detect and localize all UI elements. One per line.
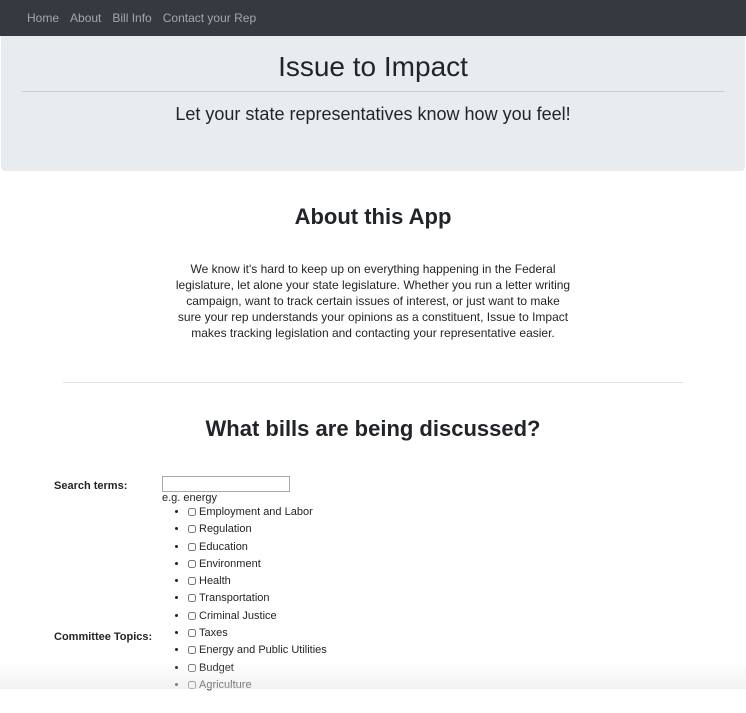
- hero-divider: [22, 91, 724, 92]
- nav-contact-rep[interactable]: Contact your Rep: [163, 11, 256, 25]
- about-heading: About this App: [294, 204, 452, 229]
- topic-checkbox-energy-utilities[interactable]: [188, 646, 196, 655]
- topic-item: Health: [188, 573, 327, 590]
- hero-banner: Issue to Impact Let your state represent…: [1, 36, 745, 171]
- committee-topics-label: Committee Topics:: [54, 631, 153, 643]
- topic-item: Budget: [188, 660, 327, 677]
- topic-item: Regulation: [188, 521, 327, 538]
- topic-item: Environment: [188, 556, 327, 573]
- topic-label: Regulation: [199, 523, 252, 536]
- search-terms-input[interactable]: [162, 476, 290, 492]
- site-tagline: Let your state representatives know how …: [175, 104, 571, 124]
- topic-checkbox-budget[interactable]: [188, 663, 196, 672]
- topic-item: Criminal Justice: [188, 608, 327, 625]
- site-title: Issue to Impact: [278, 51, 468, 82]
- search-terms-label: Search terms:: [54, 480, 128, 492]
- committee-topics-list: Employment and Labor Regulation Educatio…: [162, 504, 327, 694]
- topic-item: Agriculture: [188, 677, 327, 694]
- bill-search-form: Search terms: e.g. energy Committee Topi…: [0, 473, 746, 713]
- top-navbar: Home About Bill Info Contact your Rep: [0, 0, 746, 36]
- topic-label: Taxes: [199, 627, 228, 640]
- topic-checkbox-environment[interactable]: [188, 559, 196, 568]
- nav-home[interactable]: Home: [27, 11, 59, 25]
- topic-label: Budget: [199, 661, 234, 674]
- nav-bill-info[interactable]: Bill Info: [112, 11, 151, 25]
- topic-item: Transportation: [188, 590, 327, 607]
- topic-label: Agriculture: [199, 678, 252, 691]
- topic-checkbox-regulation[interactable]: [188, 525, 196, 534]
- topic-item: Energy and Public Utilities: [188, 642, 327, 659]
- bills-heading: What bills are being discussed?: [205, 416, 541, 441]
- topic-label: Criminal Justice: [199, 609, 277, 622]
- topic-checkbox-taxes[interactable]: [188, 629, 196, 638]
- about-paragraph: We know it's hard to keep up on everythi…: [175, 262, 571, 340]
- topic-checkbox-health[interactable]: [188, 577, 196, 586]
- topic-label: Transportation: [199, 592, 270, 605]
- topic-label: Education: [199, 540, 248, 553]
- topic-label: Environment: [199, 557, 261, 570]
- topic-checkbox-transportation[interactable]: [188, 594, 196, 603]
- topic-checkbox-criminal-justice[interactable]: [188, 611, 196, 620]
- nav-about[interactable]: About: [70, 11, 101, 25]
- topic-label: Health: [199, 575, 231, 588]
- topic-item: Education: [188, 539, 327, 556]
- topic-checkbox-agriculture[interactable]: [188, 680, 196, 689]
- topic-checkbox-education[interactable]: [188, 542, 196, 551]
- topic-item: Taxes: [188, 625, 327, 642]
- section-divider: [63, 382, 683, 383]
- topic-checkbox-employment-labor[interactable]: [188, 508, 196, 516]
- topic-item: Employment and Labor: [188, 504, 327, 521]
- topic-label: Employment and Labor: [199, 506, 313, 518]
- topic-label: Energy and Public Utilities: [199, 644, 327, 657]
